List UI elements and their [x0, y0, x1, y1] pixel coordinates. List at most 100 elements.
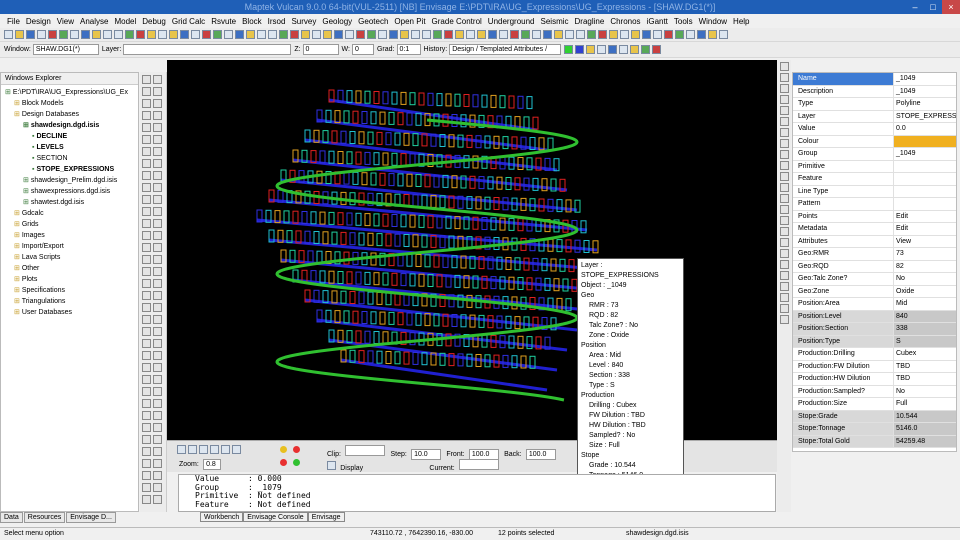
toolbar-tool-icon[interactable]	[521, 30, 530, 39]
property-row[interactable]: Feature	[793, 173, 956, 186]
property-row[interactable]: Value 0.0	[793, 123, 956, 136]
property-value[interactable]: Edit	[894, 223, 956, 235]
property-row[interactable]: Type Polyline	[793, 98, 956, 111]
explorer-tab[interactable]: Envisage D...	[66, 512, 116, 523]
toolbar-tool-icon[interactable]	[59, 30, 68, 39]
menu-tools[interactable]: Tools	[671, 17, 696, 26]
tree-item[interactable]: ⊞ Block Models	[1, 98, 138, 109]
colour-swatch-green[interactable]	[564, 45, 574, 54]
property-row[interactable]: Stope:Grade 10.544	[793, 410, 956, 423]
menu-grid-calc[interactable]: Grid Calc	[169, 17, 208, 26]
toolbar-tool-icon[interactable]	[400, 30, 409, 39]
toolbar-tool-icon[interactable]	[620, 30, 629, 39]
right-tool-icon[interactable]	[779, 117, 789, 126]
toolbar-tool-icon[interactable]	[477, 30, 486, 39]
menu-underground[interactable]: Underground	[485, 17, 538, 26]
toolbar-tool-icon[interactable]	[213, 30, 222, 39]
toolbar-tool-icon[interactable]	[488, 30, 497, 39]
edit-tool-icon[interactable]	[153, 291, 162, 300]
right-tool-icon[interactable]	[779, 150, 789, 159]
explorer-tab[interactable]: Resources	[23, 512, 66, 523]
draw-tool-icon[interactable]	[142, 279, 151, 288]
draw-tool-icon[interactable]	[142, 219, 151, 228]
edit-tool-icon[interactable]	[153, 447, 162, 456]
edit-tool-icon[interactable]	[153, 207, 162, 216]
toolbar-tool-icon[interactable]	[202, 30, 211, 39]
tree-item[interactable]: ⊞ Lava Scripts	[1, 252, 138, 263]
property-row[interactable]: Description _1049	[793, 85, 956, 98]
toolbar-tool-icon[interactable]	[169, 30, 178, 39]
menu-seismic[interactable]: Seismic	[538, 17, 572, 26]
edit-tool-icon[interactable]	[153, 279, 162, 288]
property-row[interactable]: Production:Drilling Cubex	[793, 348, 956, 361]
property-row[interactable]: Colour	[793, 135, 956, 148]
property-value[interactable]: 338	[894, 323, 956, 335]
property-value[interactable]: 54259.48	[894, 435, 956, 447]
toolbar-tool-icon[interactable]	[565, 30, 574, 39]
toolbar-tool-icon[interactable]	[686, 30, 695, 39]
property-row[interactable]: Position:Area Mid	[793, 298, 956, 311]
toolbar-tool-icon[interactable]	[301, 30, 310, 39]
property-value[interactable]: No	[894, 386, 956, 398]
menu-survey[interactable]: Survey	[288, 17, 319, 26]
property-row[interactable]: Geo:RQD 82	[793, 260, 956, 273]
right-tool-icon[interactable]	[779, 95, 789, 104]
toolbar-tool-icon[interactable]	[356, 30, 365, 39]
edit-tool-icon[interactable]	[153, 99, 162, 108]
edit-tool-icon[interactable]	[153, 363, 162, 372]
toolbar-tool-icon[interactable]	[664, 30, 673, 39]
toolbar-tool-icon[interactable]	[180, 30, 189, 39]
tree-item[interactable]: ⊞ Specifications	[1, 285, 138, 296]
edit-tool-icon[interactable]	[153, 459, 162, 468]
draw-tool-icon[interactable]	[142, 123, 151, 132]
edit-tool-icon[interactable]	[153, 471, 162, 480]
toolbar-tool-icon[interactable]	[378, 30, 387, 39]
property-value[interactable]	[894, 161, 956, 173]
grad-input[interactable]: 0:1	[396, 44, 421, 55]
colour-swatch-blue[interactable]	[575, 45, 585, 54]
draw-tool-icon[interactable]	[142, 207, 151, 216]
edit-tool-icon[interactable]	[153, 435, 162, 444]
draw-tool-icon[interactable]	[142, 435, 151, 444]
toolbar-tool-icon[interactable]	[631, 30, 640, 39]
toolbar-tool-icon[interactable]	[26, 30, 35, 39]
tree-item[interactable]: ⊞ E:\PDT\IRA\UG_Expressions\UG_Ex	[1, 87, 138, 98]
menu-model[interactable]: Model	[111, 17, 139, 26]
property-row[interactable]: Production:HW Dilution TBD	[793, 373, 956, 386]
explorer-tab[interactable]: Data	[0, 512, 23, 523]
close-icon[interactable]: ×	[942, 0, 960, 14]
property-value[interactable]: 82	[894, 261, 956, 273]
view-icon[interactable]	[232, 445, 241, 454]
draw-tool-icon[interactable]	[142, 75, 151, 84]
menu-geotech[interactable]: Geotech	[355, 17, 391, 26]
property-value[interactable]	[894, 186, 956, 198]
back-input[interactable]: 100.0	[525, 449, 556, 460]
select-icon[interactable]	[619, 45, 629, 54]
draw-tool-icon[interactable]	[142, 147, 151, 156]
toolbar-tool-icon[interactable]	[334, 30, 343, 39]
toolbar-tool-icon[interactable]	[70, 30, 79, 39]
edit-tool-icon[interactable]	[153, 183, 162, 192]
line-icon[interactable]	[597, 45, 607, 54]
right-tool-icon[interactable]	[779, 238, 789, 247]
right-tool-icon[interactable]	[779, 194, 789, 203]
draw-tool-icon[interactable]	[142, 267, 151, 276]
property-value[interactable]: Oxide	[894, 286, 956, 298]
3d-viewport[interactable]	[167, 60, 777, 440]
toolbar-tool-icon[interactable]	[532, 30, 541, 39]
toolbar-tool-icon[interactable]	[598, 30, 607, 39]
toolbar-tool-icon[interactable]	[235, 30, 244, 39]
menu-window[interactable]: Window	[696, 17, 730, 26]
draw-tool-icon[interactable]	[142, 315, 151, 324]
toolbar-tool-icon[interactable]	[444, 30, 453, 39]
red-light-icon[interactable]	[293, 446, 301, 453]
console-tab[interactable]: Envisage Console	[243, 512, 308, 522]
draw-tool-icon[interactable]	[142, 159, 151, 168]
edit-tool-icon[interactable]	[153, 159, 162, 168]
property-value[interactable]: TBD	[894, 373, 956, 385]
toolbar-tool-icon[interactable]	[499, 30, 508, 39]
property-value[interactable]: View	[894, 236, 956, 248]
tree-item[interactable]: ▪ SECTION	[1, 153, 138, 164]
property-row[interactable]: Points Edit	[793, 210, 956, 223]
edit-tool-icon[interactable]	[153, 339, 162, 348]
